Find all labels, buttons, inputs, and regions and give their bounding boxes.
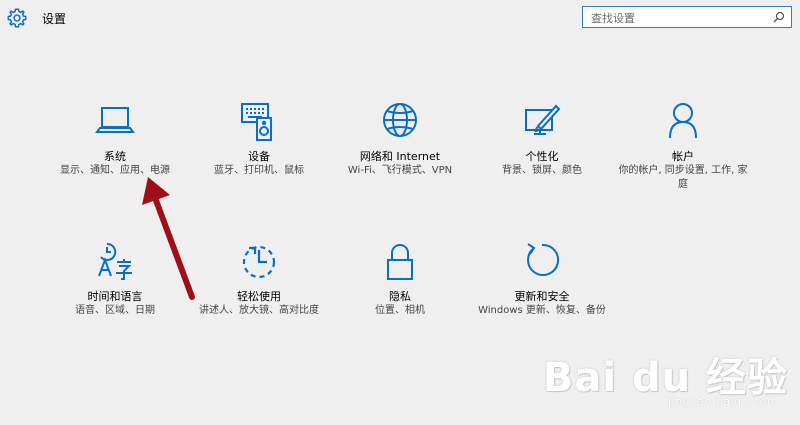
- tile-name: 隐私: [389, 290, 411, 303]
- tile-name: 帐户: [672, 150, 694, 163]
- time-language-icon: [98, 242, 132, 280]
- annotation-arrow: [142, 177, 195, 300]
- tile-update-security[interactable]: 更新和安全 Windows 更新、恢复、备份: [467, 240, 617, 318]
- header-bar: 设置: [0, 0, 800, 40]
- refresh-icon: [527, 243, 560, 276]
- globe-icon: [383, 103, 417, 137]
- tile-network[interactable]: 网络和 Internet Wi-Fi、飞行模式、VPN: [325, 100, 475, 178]
- tile-description: 背景、锁屏、颜色: [502, 165, 582, 176]
- lock-icon: [387, 244, 413, 280]
- tile-description: Windows 更新、恢复、备份: [478, 305, 606, 316]
- tile-name: 网络和 Internet: [359, 150, 441, 163]
- tile-devices[interactable]: 设备 蓝牙、打印机、鼠标: [184, 100, 334, 178]
- tile-description: Wi-Fi、飞行模式、VPN: [347, 165, 453, 176]
- tile-personalization[interactable]: 个性化 背景、锁屏、颜色: [467, 100, 617, 178]
- page-title: 设置: [42, 12, 67, 26]
- personalization-icon: [525, 104, 561, 135]
- watermark-url: jingyan.baidu.com: [667, 395, 778, 408]
- watermark: Bai du 经验 jingyan.baidu.com: [543, 345, 788, 408]
- search-box[interactable]: [582, 6, 792, 28]
- tile-description: 位置、相机: [375, 305, 425, 316]
- person-icon: [669, 103, 697, 139]
- laptop-icon: [95, 107, 135, 133]
- devices-icon: [241, 103, 272, 141]
- tile-name: 设备: [248, 150, 270, 163]
- tile-system[interactable]: 系统 显示、通知、应用、电源: [40, 100, 190, 178]
- tile-privacy[interactable]: 隐私 位置、相机: [325, 240, 475, 318]
- gear-icon[interactable]: [6, 7, 28, 29]
- tile-name: 系统: [104, 150, 126, 163]
- ease-of-access-icon: [242, 245, 276, 279]
- search-input[interactable]: [589, 9, 773, 27]
- tile-description: 你的帐户, 同步设置, 工作, 家庭: [618, 165, 748, 190]
- tile-description: 语音、区域、日期: [75, 305, 155, 316]
- tile-accounts[interactable]: 帐户 你的帐户, 同步设置, 工作, 家庭: [608, 100, 758, 192]
- tile-name: 更新和安全: [514, 290, 570, 303]
- tile-name: 个性化: [525, 150, 559, 163]
- search-icon[interactable]: [773, 11, 785, 23]
- tile-description: 讲述人、放大镜、高对比度: [199, 305, 319, 316]
